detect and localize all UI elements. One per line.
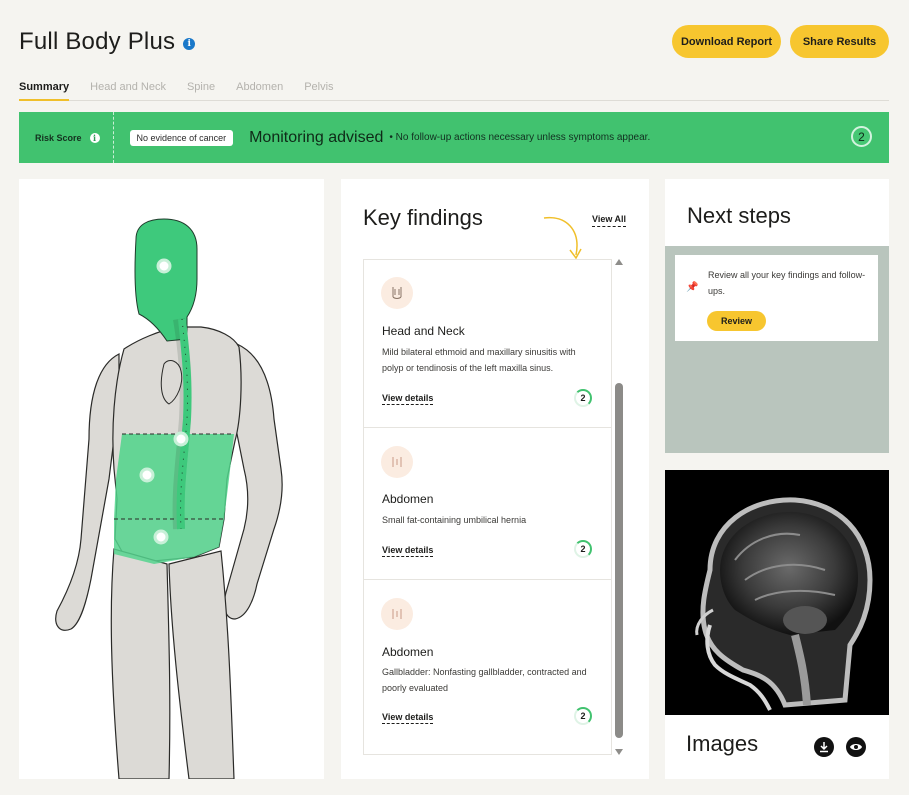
hotspot-upper-abdomen[interactable] <box>173 431 189 447</box>
images-panel: Images <box>665 470 889 779</box>
tab-pelvis[interactable]: Pelvis <box>304 80 333 101</box>
download-report-button[interactable]: Download Report <box>672 25 781 58</box>
next-steps-title: Next steps <box>687 203 791 228</box>
tab-summary[interactable]: Summary <box>19 80 70 101</box>
findings-list: Head and Neck Mild bilateral ethmoid and… <box>363 259 612 755</box>
finding-count-badge: 2 <box>574 389 592 407</box>
risk-score-label: Risk Score <box>35 132 82 143</box>
hotspot-pelvis[interactable] <box>153 529 169 545</box>
key-findings-title: Key findings <box>363 205 483 230</box>
share-results-button[interactable]: Share Results <box>790 25 889 58</box>
scroll-down-arrow-icon[interactable] <box>615 749 623 755</box>
body-map-illustration <box>55 218 283 779</box>
risk-info-icon[interactable]: i <box>89 132 100 143</box>
risk-banner: Risk Score i No evidence of cancer Monit… <box>19 112 889 163</box>
finding-title: Head and Neck <box>382 324 465 338</box>
view-details-link[interactable]: View details <box>382 712 434 724</box>
next-steps-panel: Next steps 📌 Review all your key finding… <box>665 179 889 453</box>
hotspot-head[interactable] <box>156 258 172 274</box>
review-button[interactable]: Review <box>707 311 766 331</box>
risk-divider <box>112 112 114 163</box>
risk-status-badge: No evidence of cancer <box>129 129 234 146</box>
mri-image[interactable] <box>665 470 889 715</box>
page-title: Full Body Plus <box>19 28 176 55</box>
key-findings-panel: Key findings View All Head and Neck Mild… <box>341 179 649 779</box>
finding-count-badge: 2 <box>574 540 592 558</box>
images-title: Images <box>686 731 759 756</box>
next-step-card: 📌 Review all your key findings and follo… <box>675 255 878 341</box>
info-icon[interactable]: i <box>183 38 196 50</box>
abdomen-icon <box>381 446 413 478</box>
next-step-text: Review all your key findings and follow-… <box>708 270 866 296</box>
abdomen-icon <box>381 598 413 630</box>
tab-head-and-neck[interactable]: Head and Neck <box>90 80 166 101</box>
finding-title: Abdomen <box>382 645 434 659</box>
pin-icon: 📌 <box>686 282 699 293</box>
risk-note: • No follow-up actions necessary unless … <box>389 132 651 143</box>
scroll-thumb[interactable] <box>615 383 623 738</box>
finding-card[interactable]: Abdomen Gallbladder: Nonfasting gallblad… <box>364 580 611 754</box>
view-all-link[interactable]: View All <box>592 214 627 227</box>
curved-arrow-icon <box>543 216 582 260</box>
finding-title: Abdomen <box>382 492 434 506</box>
scroll-up-arrow-icon[interactable] <box>615 259 623 265</box>
eye-icon[interactable] <box>846 737 866 757</box>
findings-scrollbar[interactable] <box>615 259 623 755</box>
view-details-link[interactable]: View details <box>382 393 434 405</box>
finding-description: Gallbladder: Nonfasting gallbladder, con… <box>382 667 587 693</box>
hotspot-lower-abdomen[interactable] <box>139 467 155 483</box>
tab-abdomen[interactable]: Abdomen <box>236 80 283 101</box>
download-icon[interactable] <box>814 737 834 757</box>
title-row: Full Body Plus i <box>19 28 196 56</box>
finding-card[interactable]: Head and Neck Mild bilateral ethmoid and… <box>364 260 611 428</box>
neck-icon <box>381 277 413 309</box>
finding-description: Mild bilateral ethmoid and maxillary sin… <box>382 347 576 373</box>
finding-card[interactable]: Abdomen Small fat-containing umbilical h… <box>364 428 611 580</box>
finding-description: Small fat-containing umbilical hernia <box>382 515 527 525</box>
finding-count-badge: 2 <box>574 707 592 725</box>
view-details-link[interactable]: View details <box>382 545 434 557</box>
risk-count-badge: 2 <box>851 126 872 147</box>
tab-bar: Summary Head and Neck Spine Abdomen Pelv… <box>19 80 889 101</box>
tab-spine[interactable]: Spine <box>187 80 215 101</box>
next-steps-box: 📌 Review all your key findings and follo… <box>665 246 889 453</box>
body-map-panel <box>19 179 324 779</box>
risk-headline: Monitoring advised <box>249 128 384 146</box>
